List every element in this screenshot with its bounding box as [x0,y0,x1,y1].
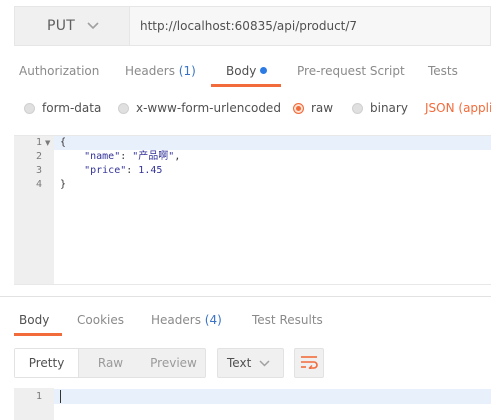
response-tab-headers[interactable]: Headers (4) [151,304,222,336]
code-line: "name": "产品啊", [84,151,181,162]
code-line: { [60,137,67,148]
radio-circle-icon [24,102,35,114]
editor-gutter: 1 ▼ 2 3 4 [14,136,54,284]
radio-raw-label: raw [311,101,334,115]
response-tab-headers-label: Headers [151,313,201,327]
body-modified-dot-icon [260,67,268,74]
view-mode-segmented-control: Pretty Raw Preview [14,348,206,378]
line-number: 2 [35,151,42,162]
response-tabs: Body Cookies Headers (4) Test Results [0,304,491,336]
response-format-label: Text [227,356,252,370]
tab-body-label: Body [226,64,257,78]
line-number: 3 [35,165,42,176]
radio-binary-label: binary [370,101,408,115]
response-format-dropdown[interactable]: Text [217,348,284,378]
view-raw-button[interactable]: Raw [79,349,142,377]
active-tab-indicator [211,84,281,87]
response-active-tab-indicator [14,333,62,336]
body-type-options: form-data x-www-form-urlencoded raw bina… [0,96,491,120]
wrap-lines-icon [300,354,318,373]
request-line: PUT http://localhost:60835/api/product/7 [14,6,491,46]
code-content: { "name": "产品啊", "price": 1.45 } [60,136,180,192]
section-divider [0,296,491,297]
tab-tests[interactable]: Tests [428,56,458,88]
response-tab-headers-count: (4) [204,313,222,327]
tab-authorization[interactable]: Authorization [19,56,99,88]
request-body-editor[interactable]: 1 ▼ 2 3 4 { "name": "产品啊", "price": 1.45… [14,135,491,285]
wrap-lines-button[interactable] [294,348,324,378]
radio-binary[interactable]: binary [352,96,408,120]
text-cursor [60,390,61,403]
response-editor-gutter: 1 [14,388,54,420]
radio-form-data-label: form-data [42,101,102,115]
radio-checked-icon [293,102,304,114]
radio-urlencoded[interactable]: x-www-form-urlencoded [118,96,281,120]
radio-circle-icon [352,102,363,114]
response-tab-test-results[interactable]: Test Results [252,304,323,336]
view-preview-button[interactable]: Preview [142,349,205,377]
response-body-editor[interactable]: 1 [14,388,491,420]
url-text: http://localhost:60835/api/product/7 [140,19,358,33]
chevron-down-icon [259,357,270,370]
tab-pre-request-script[interactable]: Pre-request Script [297,56,405,88]
code-line: } [60,179,67,190]
line-number: 1 [35,391,42,402]
radio-urlencoded-label: x-www-form-urlencoded [136,101,281,115]
line-number: 1 [35,137,42,148]
radio-form-data[interactable]: form-data [24,96,101,120]
fold-arrow-icon[interactable]: ▼ [45,136,53,150]
view-pretty-button[interactable]: Pretty [15,349,79,377]
radio-circle-icon [118,102,129,114]
url-input[interactable]: http://localhost:60835/api/product/7 [130,6,491,46]
response-tab-cookies[interactable]: Cookies [77,304,124,336]
response-active-line-highlight [54,389,491,404]
tab-headers-label: Headers [125,64,175,78]
radio-raw[interactable]: raw [293,96,333,120]
response-tab-body[interactable]: Body [19,304,49,336]
method-selector[interactable]: PUT [14,6,130,46]
line-number: 4 [35,179,42,190]
tab-headers[interactable]: Headers (1) [125,56,196,88]
tab-headers-count: (1) [178,64,196,78]
method-label: PUT [47,18,76,34]
raw-format-dropdown[interactable]: JSON (applic [425,96,491,120]
chevron-down-icon [87,19,99,34]
postman-request-view: PUT http://localhost:60835/api/product/7… [0,0,491,420]
code-line: "price": 1.45 [84,165,163,176]
